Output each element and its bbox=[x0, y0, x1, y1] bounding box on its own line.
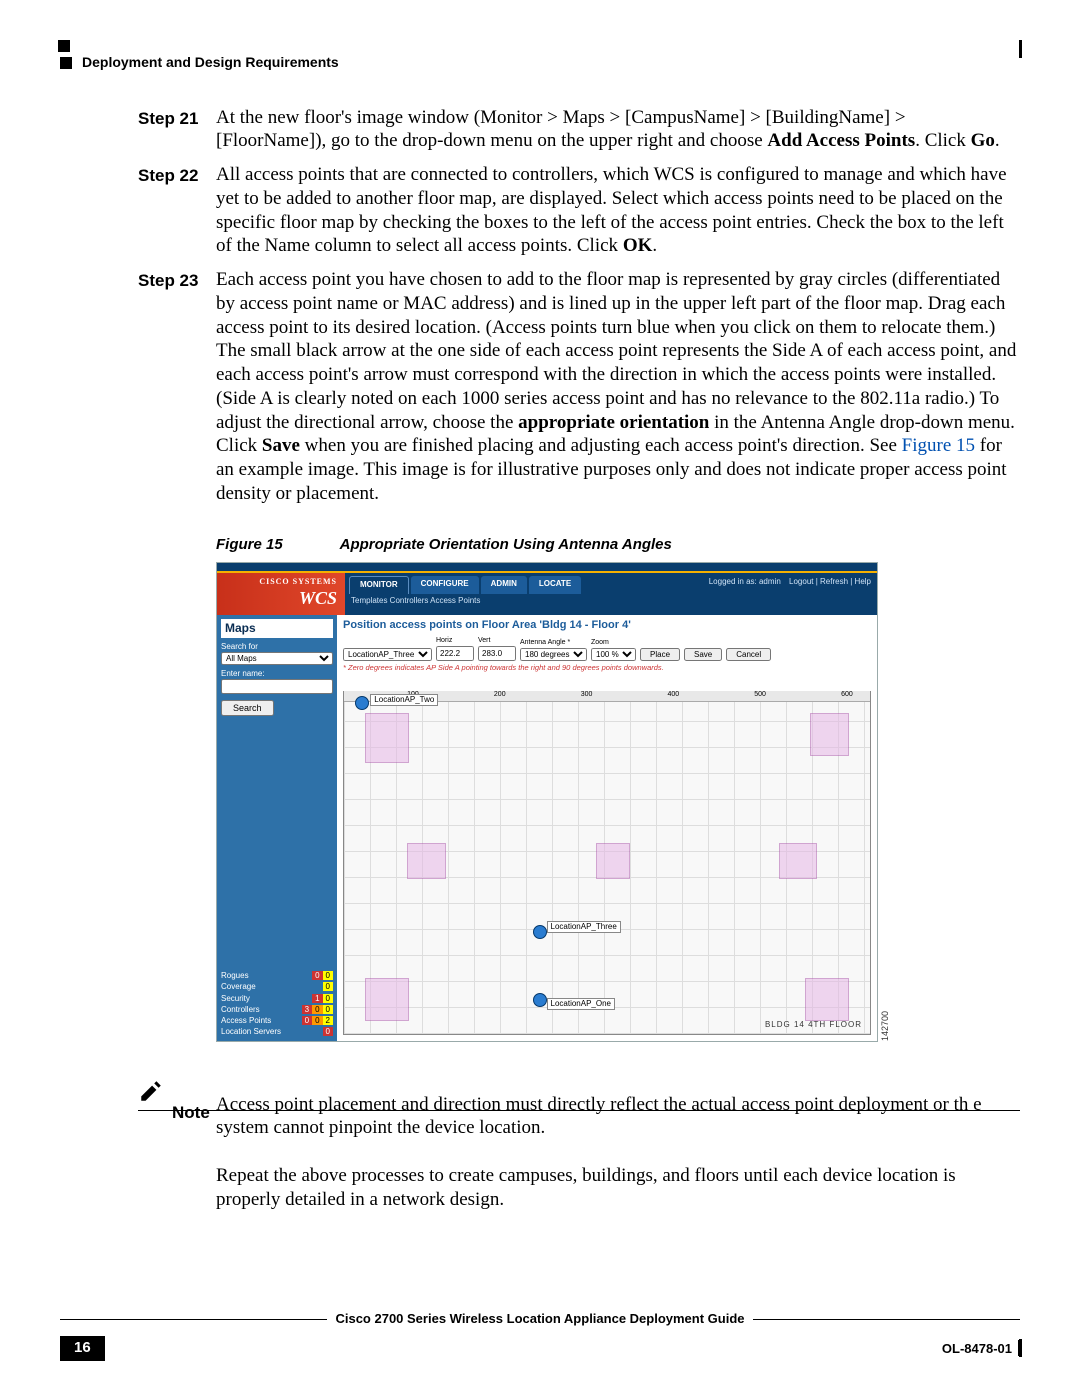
wcs-tab-monitor[interactable]: MONITOR bbox=[349, 576, 409, 594]
enter-name-label: Enter name: bbox=[221, 669, 333, 679]
step-body: At the new floor's image window (Monitor… bbox=[216, 106, 1020, 154]
wcs-tab-locate[interactable]: LOCATE bbox=[529, 576, 581, 594]
step-body: Each access point you have chosen to add… bbox=[216, 268, 1020, 506]
cancel-button[interactable]: Cancel bbox=[726, 648, 771, 661]
sidebar-title: Maps bbox=[221, 619, 333, 638]
status-row: Rogues00 bbox=[221, 970, 333, 981]
step-body: All access points that are connected to … bbox=[216, 163, 1020, 258]
ap-marker[interactable] bbox=[533, 925, 547, 939]
sidebar-status: Rogues00Coverage0Security10Controllers30… bbox=[221, 970, 333, 1037]
ap-marker[interactable] bbox=[355, 696, 369, 710]
doc-id: OL-8478-01 bbox=[942, 1340, 1020, 1357]
status-row: Security10 bbox=[221, 993, 333, 1004]
ap-label: LocationAP_One bbox=[547, 998, 616, 1010]
wcs-screenshot: CISCO SYSTEMS WCS Logged in as: admin Lo… bbox=[216, 562, 878, 1042]
wcs-userbox: Logged in as: admin Logout | Refresh | H… bbox=[703, 577, 871, 587]
place-button[interactable]: Place bbox=[640, 648, 680, 661]
bldg-label: BLDG 14 4TH FLOOR bbox=[765, 1020, 862, 1030]
horiz-input[interactable] bbox=[436, 646, 474, 661]
angle-select[interactable]: 180 degrees bbox=[520, 648, 587, 661]
page-footer: Cisco 2700 Series Wireless Location Appl… bbox=[60, 1319, 1020, 1361]
page-number: 16 bbox=[60, 1336, 105, 1361]
wcs-main-title: Position access points on Floor Area 'Bl… bbox=[337, 615, 877, 637]
status-row: Controllers300 bbox=[221, 1004, 333, 1015]
wcs-control-row: LocationAP_Three Horiz Vert Antenna Angl… bbox=[337, 637, 877, 663]
figure-title: Appropriate Orientation Using Antenna An… bbox=[340, 536, 672, 553]
header-square-icon bbox=[60, 57, 72, 69]
step-label: Step 22 bbox=[138, 163, 216, 258]
wcs-sidebar: Maps Search for All Maps Enter name: Sea… bbox=[217, 615, 337, 1041]
figure-caption: Figure 15 Appropriate Orientation Using … bbox=[60, 536, 1020, 555]
wcs-tab-configure[interactable]: CONFIGURE bbox=[411, 576, 479, 594]
header-section: Deployment and Design Requirements bbox=[82, 54, 339, 72]
wcs-tab-admin[interactable]: ADMIN bbox=[481, 576, 527, 594]
ap-label: LocationAP_Two bbox=[370, 694, 438, 706]
footer-title: Cisco 2700 Series Wireless Location Appl… bbox=[327, 1311, 752, 1327]
status-row: Access Points002 bbox=[221, 1015, 333, 1026]
step-21: Step 21 At the new floor's image window … bbox=[60, 106, 1020, 154]
wcs-subtabs[interactable]: Templates Controllers Access Points bbox=[345, 594, 877, 608]
ap-label: LocationAP_Three bbox=[547, 921, 621, 933]
wcs-floorplan[interactable]: 100200300400500600 LocationAP_Two Locati… bbox=[343, 691, 871, 1035]
search-for-select[interactable]: All Maps bbox=[221, 652, 333, 665]
ap-select[interactable]: LocationAP_Three bbox=[343, 648, 432, 661]
zoom-select[interactable]: 100 % bbox=[591, 648, 636, 661]
enter-name-input[interactable] bbox=[221, 679, 333, 694]
step-label: Step 23 bbox=[138, 268, 216, 506]
step-label: Step 21 bbox=[138, 106, 216, 154]
wcs-logo: CISCO SYSTEMS WCS bbox=[217, 573, 345, 615]
running-header: Deployment and Design Requirements bbox=[60, 54, 1020, 72]
wcs-main: Position access points on Floor Area 'Bl… bbox=[337, 615, 877, 1041]
save-button[interactable]: Save bbox=[684, 648, 722, 661]
status-row: Coverage0 bbox=[221, 981, 333, 992]
step-22: Step 22 All access points that are conne… bbox=[60, 163, 1020, 258]
figure-number: Figure 15 bbox=[216, 536, 336, 555]
search-for-label: Search for bbox=[221, 642, 333, 652]
vert-input[interactable] bbox=[478, 646, 516, 661]
step-23: Step 23 Each access point you have chose… bbox=[60, 268, 1020, 506]
post-note-paragraph: Repeat the above processes to create cam… bbox=[216, 1164, 1020, 1212]
figure-image-number: 142700 bbox=[880, 1011, 891, 1041]
wcs-hint: * Zero degrees indicates AP Side A point… bbox=[337, 663, 877, 674]
ap-marker[interactable] bbox=[533, 993, 547, 1007]
sidebar-search-button[interactable]: Search bbox=[221, 700, 274, 716]
status-row: Location Servers0 bbox=[221, 1026, 333, 1037]
